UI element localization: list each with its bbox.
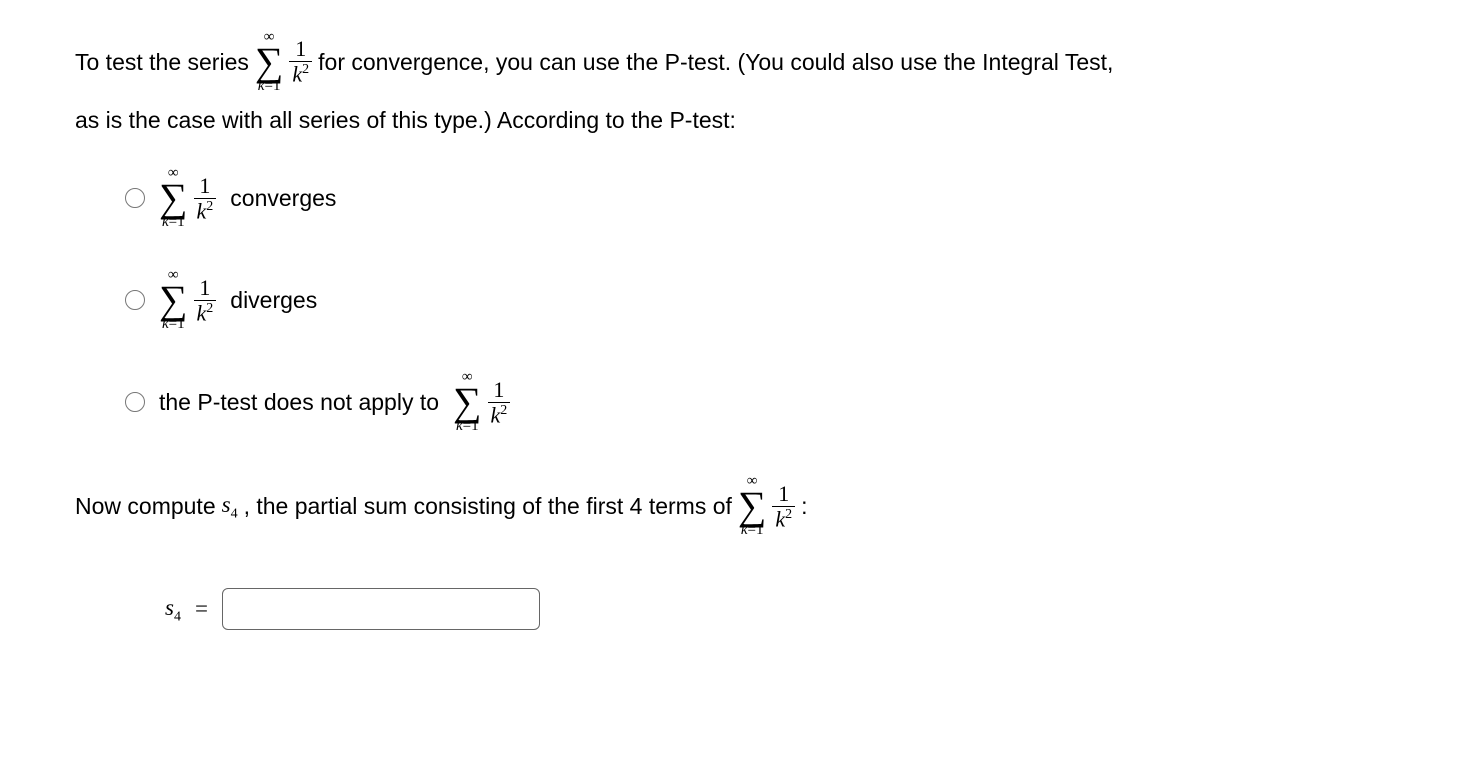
radio-icon[interactable] xyxy=(125,290,145,310)
partial-colon: : xyxy=(801,490,807,522)
series-expression: ∞ ∑ k=1 1 k2 xyxy=(159,268,216,332)
option-label: the P-test does not apply to xyxy=(159,386,439,418)
sigma-icon: ∞ ∑ k=1 xyxy=(255,30,284,94)
equals-sign: = xyxy=(195,593,208,625)
fraction: 1 k2 xyxy=(772,483,795,530)
intro-text-3: as is the case with all series of this t… xyxy=(75,104,1385,136)
series-expression: ∞ ∑ k=1 1 k2 xyxy=(255,30,312,94)
option-label: diverges xyxy=(230,284,317,316)
series-expression: ∞ ∑ k=1 1 k2 xyxy=(738,474,795,538)
series-expression: ∞ ∑ k=1 1 k2 xyxy=(453,370,510,434)
s4-var: s4 xyxy=(222,489,238,524)
option-diverges[interactable]: ∞ ∑ k=1 1 k2 diverges xyxy=(125,268,1385,332)
fraction: 1 k2 xyxy=(194,175,217,222)
options-group: ∞ ∑ k=1 1 k2 converges ∞ ∑ k=1 1 k2 dive… xyxy=(125,166,1385,434)
answer-row: s4 = xyxy=(165,588,1385,630)
partial-mid: , the partial sum consisting of the firs… xyxy=(244,490,732,522)
sigma-icon: ∞ ∑ k=1 xyxy=(159,268,188,332)
fraction: 1 k2 xyxy=(289,38,312,85)
partial-prefix: Now compute xyxy=(75,490,216,522)
sigma-icon: ∞ ∑ k=1 xyxy=(159,166,188,230)
sigma-icon: ∞ ∑ k=1 xyxy=(453,370,482,434)
option-not-apply[interactable]: the P-test does not apply to ∞ ∑ k=1 1 k… xyxy=(125,370,1385,434)
radio-icon[interactable] xyxy=(125,188,145,208)
partial-sum-prompt: Now compute s4 , the partial sum consist… xyxy=(75,474,1385,538)
sigma-icon: ∞ ∑ k=1 xyxy=(738,474,767,538)
intro-text-2: for convergence, you can use the P-test.… xyxy=(318,46,1113,78)
fraction: 1 k2 xyxy=(488,379,511,426)
intro-line-1: To test the series ∞ ∑ k=1 1 k2 for conv… xyxy=(75,30,1385,94)
s4-input[interactable] xyxy=(222,588,540,630)
answer-label: s4 xyxy=(165,592,181,627)
fraction: 1 k2 xyxy=(194,277,217,324)
series-expression: ∞ ∑ k=1 1 k2 xyxy=(159,166,216,230)
option-label: converges xyxy=(230,182,336,214)
intro-text-1: To test the series xyxy=(75,46,249,78)
option-converges[interactable]: ∞ ∑ k=1 1 k2 converges xyxy=(125,166,1385,230)
radio-icon[interactable] xyxy=(125,392,145,412)
